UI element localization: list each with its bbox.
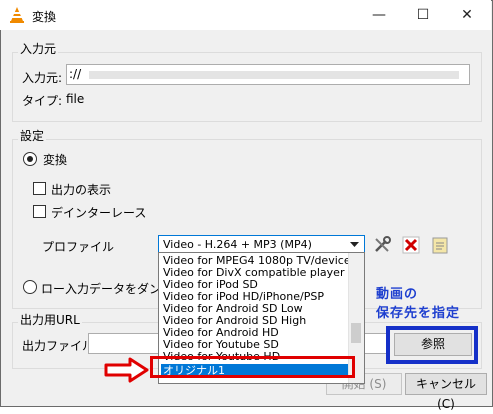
show-output-checkbox[interactable] <box>33 182 46 195</box>
output-group-label: 出力用URL <box>18 311 82 328</box>
source-url-value: :// <box>69 67 82 81</box>
blurred-path <box>89 71 459 79</box>
deinterlace-checkbox[interactable] <box>33 205 46 218</box>
raw-dump-label: ロー入力データをダンプ <box>41 282 173 296</box>
profile-option[interactable]: Video for iPod HD/iPhone/PSP <box>163 291 349 303</box>
deinterlace-label: デインターレース <box>51 206 147 220</box>
type-label: タイプ: <box>22 94 63 108</box>
blue-highlight-box <box>386 326 478 364</box>
title-bar: 変換 — ☐ ✕ <box>0 0 491 30</box>
cancel-button[interactable]: キャンセル (C) <box>405 373 487 411</box>
source-input-label: 入力元: <box>22 71 63 85</box>
close-button[interactable]: ✕ <box>445 0 489 30</box>
type-value: file <box>66 92 85 106</box>
source-group <box>12 52 482 122</box>
minimize-icon: — <box>372 7 386 23</box>
profile-option[interactable]: Video for Android HD <box>163 327 349 339</box>
red-arrow-icon <box>104 357 149 383</box>
profile-option[interactable]: Video for Android SD High <box>163 315 349 327</box>
show-output-label: 出力の表示 <box>51 183 112 197</box>
maximize-icon: ☐ <box>416 7 430 23</box>
source-group-label: 入力元 <box>18 40 59 57</box>
close-icon: ✕ <box>461 7 473 23</box>
profile-label: プロファイル <box>42 240 115 254</box>
convert-radio[interactable] <box>23 152 37 166</box>
annotation-line-2: 保存先を指定 <box>376 306 461 321</box>
maximize-button[interactable]: ☐ <box>401 0 445 30</box>
profile-option[interactable]: Video for Youtube SD <box>163 339 349 351</box>
profile-option[interactable]: Video for DivX compatible player <box>163 267 349 279</box>
source-url-field[interactable]: :// <box>66 64 470 85</box>
scrollbar-thumb[interactable] <box>351 323 361 343</box>
profile-option[interactable]: Video for MPEG4 1080p TV/device <box>163 255 349 267</box>
chevron-down-icon <box>350 242 359 247</box>
convert-label: 変換 <box>43 153 68 167</box>
profile-option[interactable]: Video for Android SD Low <box>163 303 349 315</box>
minimize-button[interactable]: — <box>357 0 401 30</box>
raw-dump-radio[interactable] <box>23 280 37 294</box>
annotation-line-1: 動画の <box>376 287 419 302</box>
settings-group-label: 設定 <box>18 127 47 144</box>
profile-selected-value: Video - H.264 + MP3 (MP4) <box>163 238 312 251</box>
profile-option[interactable]: Video for iPod SD <box>163 279 349 291</box>
delete-profile-icon[interactable] <box>401 235 421 255</box>
vlc-cone-icon <box>10 7 24 23</box>
new-profile-icon[interactable] <box>430 235 450 255</box>
red-highlight-box <box>150 356 355 378</box>
output-file-label: 出力ファイル: <box>22 339 99 353</box>
edit-profile-icon[interactable] <box>372 235 392 255</box>
window-title: 変換 <box>32 10 57 24</box>
